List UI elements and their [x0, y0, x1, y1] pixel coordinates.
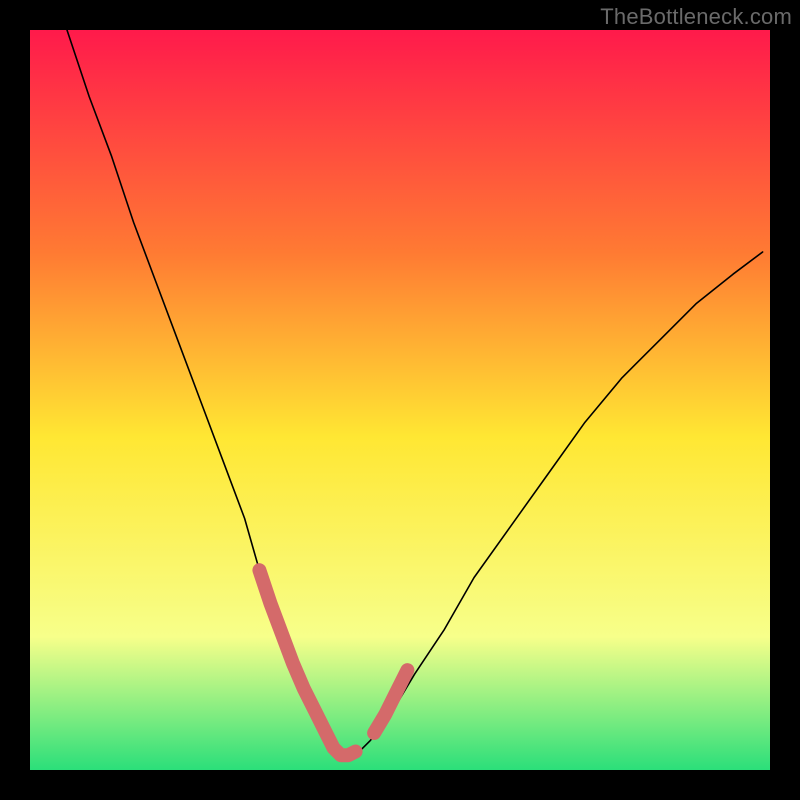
- plot-area: [30, 30, 770, 770]
- chart-svg: [30, 30, 770, 770]
- chart-frame: TheBottleneck.com: [0, 0, 800, 800]
- watermark-label: TheBottleneck.com: [600, 4, 792, 30]
- gradient-background: [30, 30, 770, 770]
